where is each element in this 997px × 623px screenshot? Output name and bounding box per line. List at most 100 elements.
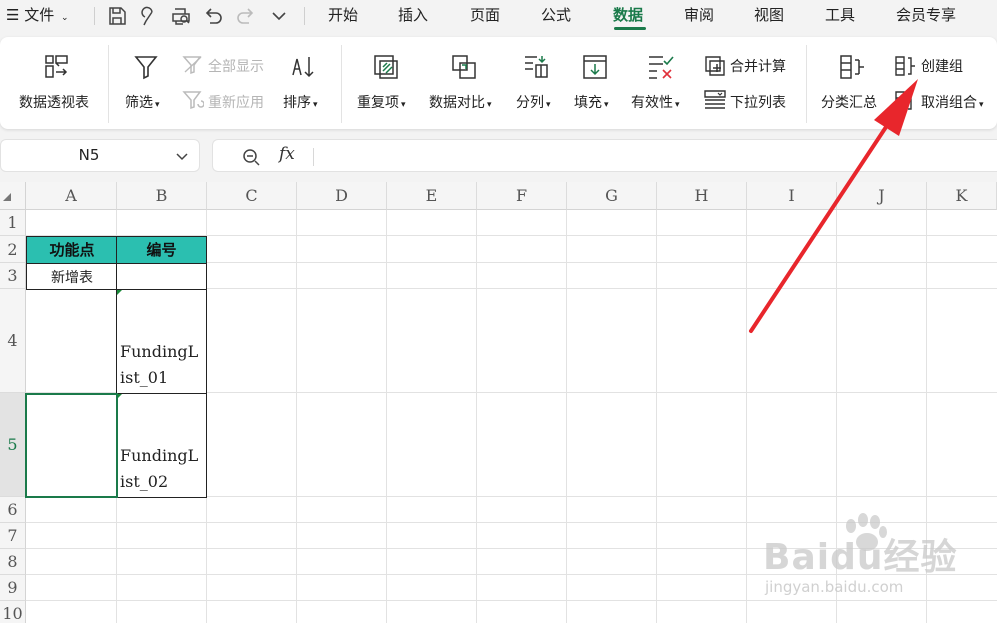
formula-bar[interactable]: fx — [212, 139, 997, 172]
active-tab-indicator — [614, 27, 646, 30]
chevron-down-icon: ▾ — [487, 100, 492, 110]
chevron-down-icon: ▾ — [604, 100, 609, 110]
divider — [108, 45, 109, 123]
fx-icon[interactable]: fx — [279, 144, 295, 164]
compare-label: 数据对比 — [429, 95, 485, 111]
column-header-d[interactable]: D — [297, 182, 387, 210]
divider — [313, 148, 314, 166]
cell-a2[interactable]: 功能点 — [26, 236, 118, 264]
chevron-down-icon: ▾ — [979, 100, 984, 110]
tab-review[interactable]: 审阅 — [684, 0, 714, 32]
ungroup-icon — [895, 91, 912, 111]
row-header-4[interactable]: 4 — [0, 289, 26, 393]
name-box[interactable]: N5 — [0, 139, 200, 172]
gridline — [566, 210, 567, 623]
tab-view[interactable]: 视图 — [754, 0, 784, 32]
cell-a3-text: 新增表 — [51, 270, 93, 286]
filter-label: 筛选 — [125, 95, 153, 111]
row-header-3[interactable]: 3 — [0, 263, 26, 289]
cell-reference: N5 — [78, 146, 100, 164]
row-header-9[interactable]: 9 — [0, 575, 26, 601]
tab-formula[interactable]: 公式 — [541, 0, 571, 32]
tab-tools[interactable]: 工具 — [825, 0, 855, 32]
column-header-g[interactable]: G — [567, 182, 657, 210]
column-header-c[interactable]: C — [207, 182, 297, 210]
more-chevron-icon[interactable] — [268, 5, 290, 27]
gridline — [26, 548, 997, 549]
column-header-e[interactable]: E — [387, 182, 477, 210]
divider — [341, 45, 342, 123]
validity-label: 有效性 — [631, 95, 673, 111]
save-icon[interactable] — [106, 5, 128, 27]
gridline — [26, 522, 997, 523]
select-all-icon — [3, 193, 11, 201]
create-group-icon — [895, 56, 915, 76]
undo-icon[interactable] — [202, 5, 224, 27]
column-header-i[interactable]: I — [747, 182, 837, 210]
consolidate-label: 合并计算 — [730, 59, 786, 75]
redo-icon[interactable] — [235, 5, 257, 27]
print-preview-icon[interactable] — [170, 5, 192, 27]
pivot-table-icon — [45, 55, 68, 78]
data-ribbon: 数据透视表 筛选 ▾ 全部显示 重新应用 排序 ▾ 重复项 ▾ 数据对比 ▾ 分列 ▾ 填… — [0, 37, 997, 129]
cell-b4-line1: FundingL — [120, 342, 199, 361]
validity-icon — [649, 56, 674, 79]
row-header-5[interactable]: 5 — [0, 393, 26, 497]
sort-label: 排序 — [283, 95, 311, 111]
error-flag-icon — [117, 290, 122, 295]
dropdown-list-icon — [704, 90, 726, 109]
row-header-10[interactable]: 10 — [0, 601, 26, 623]
gridline — [836, 210, 837, 623]
sort-icon — [292, 57, 314, 78]
cell-b4-line2: ist_01 — [120, 368, 169, 387]
gridline — [296, 210, 297, 623]
tab-member[interactable]: 会员专享 — [896, 0, 956, 32]
subtotal-label: 分类汇总 — [821, 95, 877, 111]
column-header-f[interactable]: F — [477, 182, 567, 210]
format-painter-icon[interactable] — [139, 5, 161, 27]
file-menu-label: 文件 — [24, 6, 55, 24]
row-header-2[interactable]: 2 — [0, 236, 26, 263]
row-header-7[interactable]: 7 — [0, 523, 26, 549]
tab-page[interactable]: 页面 — [470, 0, 500, 32]
chevron-down-icon: ▾ — [675, 100, 680, 110]
cell-b3[interactable] — [116, 263, 207, 290]
row-header-1[interactable]: 1 — [0, 210, 26, 236]
filter-icon — [134, 56, 158, 80]
chevron-down-icon[interactable] — [175, 149, 189, 163]
subtotal-icon — [840, 55, 864, 79]
cell-b2[interactable]: 编号 — [116, 236, 207, 264]
gridline — [386, 210, 387, 623]
gridline — [926, 210, 927, 623]
file-menu[interactable]: ☰ 文件 ⌄ — [6, 0, 69, 32]
row-header-6[interactable]: 6 — [0, 497, 26, 523]
select-all-corner[interactable] — [0, 182, 26, 210]
spreadsheet-grid[interactable]: A B C D E F G H I J K 1 2 3 4 5 6 7 8 9 … — [0, 182, 997, 623]
gridline — [746, 210, 747, 623]
cell-a3[interactable]: 新增表 — [26, 263, 118, 290]
selected-cell-a5[interactable] — [25, 393, 118, 498]
chevron-down-icon: ⌄ — [61, 13, 69, 23]
tab-insert[interactable]: 插入 — [398, 0, 428, 32]
chevron-down-icon: ▾ — [155, 100, 160, 110]
row-header-8[interactable]: 8 — [0, 549, 26, 575]
tab-home[interactable]: 开始 — [328, 0, 358, 32]
column-header-a[interactable]: A — [26, 182, 117, 210]
dropdown-list-label: 下拉列表 — [730, 95, 786, 111]
menu-bar: ☰ 文件 ⌄ 开始 插入 页面 公式 数据 审阅 视图 工具 会员专享 — [0, 0, 997, 32]
zoom-icon[interactable] — [241, 147, 261, 167]
cell-b4[interactable]: FundingL ist_01 — [116, 289, 207, 394]
compare-icon — [452, 55, 476, 79]
divider — [806, 45, 807, 123]
column-header-h[interactable]: H — [657, 182, 747, 210]
column-header-b[interactable]: B — [117, 182, 207, 210]
column-header-j[interactable]: J — [837, 182, 927, 210]
cell-b5[interactable]: FundingL ist_02 — [116, 393, 207, 498]
fill-icon — [583, 55, 607, 79]
create-group-label: 创建组 — [921, 59, 963, 75]
reapply-label: 重新应用 — [208, 95, 264, 111]
cell-b5-line1: FundingL — [120, 446, 199, 465]
column-header-k[interactable]: K — [927, 182, 997, 210]
split-column-label: 分列 — [516, 95, 544, 111]
cell-b5-line2: ist_02 — [120, 472, 169, 491]
